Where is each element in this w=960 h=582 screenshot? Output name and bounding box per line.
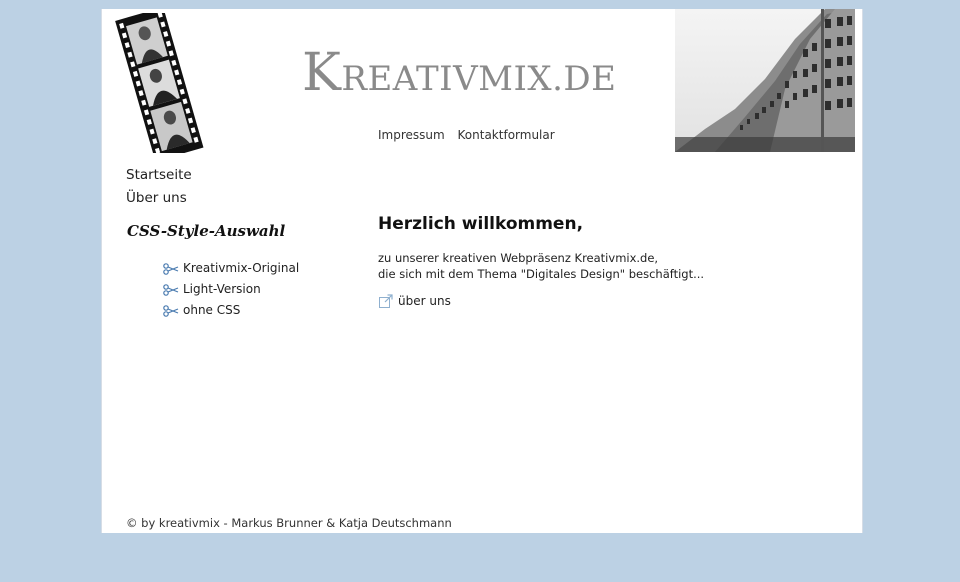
page-title: Herzlich willkommen, bbox=[378, 214, 584, 234]
nav-link-kontaktformular[interactable]: Kontaktformular bbox=[458, 128, 555, 142]
style-option-original[interactable]: Kreativmix-Original bbox=[163, 258, 299, 279]
style-option-light[interactable]: Light-Version bbox=[163, 279, 299, 300]
style-option-label: ohne CSS bbox=[183, 303, 241, 317]
logo-text: REATIVMIX.DE bbox=[341, 59, 617, 99]
site-logo[interactable]: KREATIVMIX.DE bbox=[302, 47, 616, 99]
external-link-icon bbox=[379, 294, 393, 308]
building-photo bbox=[675, 9, 855, 152]
main-nav: Startseite Über uns bbox=[126, 164, 192, 210]
nav-link-ueber-uns[interactable]: Über uns bbox=[126, 187, 192, 210]
top-nav: Impressum Kontaktformular bbox=[378, 128, 564, 142]
welcome-text: zu unserer kreativen Webpräsenz Kreativm… bbox=[378, 250, 704, 282]
logo-initial: K bbox=[302, 43, 342, 103]
nav-link-impressum[interactable]: Impressum bbox=[378, 128, 445, 142]
about-us-link-label: über uns bbox=[398, 294, 451, 308]
style-option-label: Light-Version bbox=[183, 282, 261, 296]
welcome-line-2: die sich mit dem Thema "Digitales Design… bbox=[378, 267, 705, 281]
about-us-link[interactable]: über uns bbox=[378, 293, 451, 309]
footer-copyright: © by kreativmix - Markus Brunner & Katja… bbox=[126, 516, 452, 530]
scissors-icon bbox=[163, 262, 179, 275]
style-option-no-css[interactable]: ohne CSS bbox=[163, 300, 299, 321]
css-style-list: Kreativmix-Original Light-Version ohne C… bbox=[163, 258, 299, 321]
welcome-line-1: zu unserer kreativen Webpräsenz Kreativm… bbox=[378, 251, 659, 265]
nav-link-startseite[interactable]: Startseite bbox=[126, 164, 192, 187]
scissors-icon bbox=[163, 304, 179, 317]
style-option-label: Kreativmix-Original bbox=[183, 261, 300, 275]
page-container: KREATIVMIX.DE Impressum Kontaktformular … bbox=[101, 9, 863, 533]
filmstrip-image bbox=[115, 13, 204, 153]
css-style-heading: CSS-Style-Auswahl bbox=[127, 222, 286, 240]
scissors-icon bbox=[163, 283, 179, 296]
